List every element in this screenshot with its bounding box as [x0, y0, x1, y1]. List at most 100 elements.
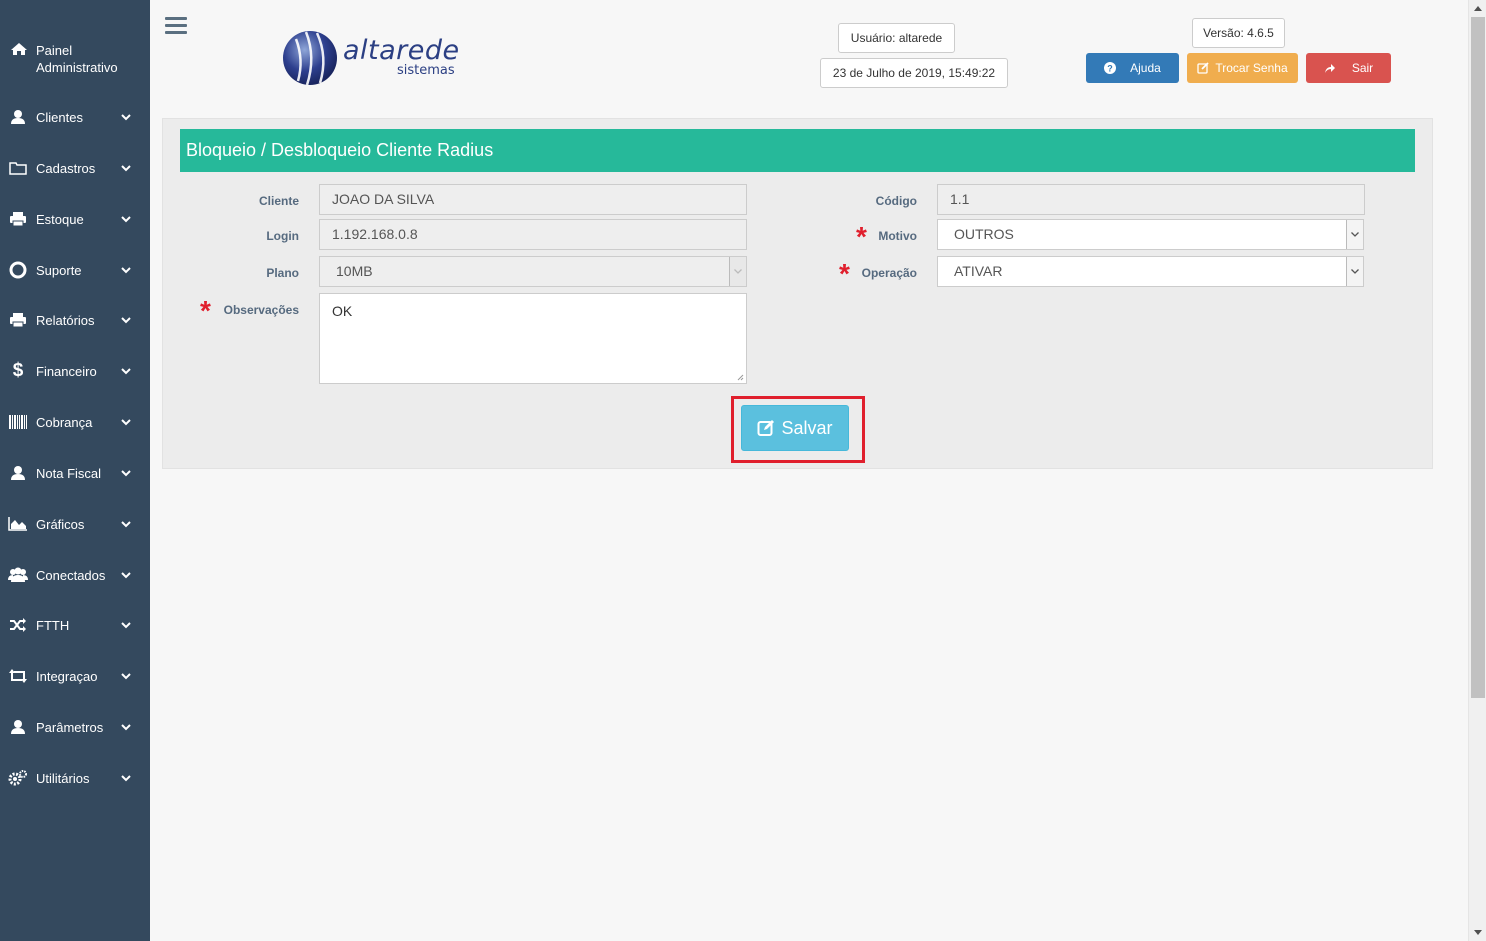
- sidebar-item-label: Parâmetros: [36, 719, 104, 735]
- logout-label: Sair: [1351, 61, 1374, 75]
- area-chart-icon: [0, 517, 36, 531]
- chevron-down-icon: [1346, 220, 1363, 249]
- chevron-down-icon: [116, 672, 136, 680]
- sidebar-item-ftth[interactable]: FTTH: [0, 610, 150, 640]
- motivo-select[interactable]: OUTROS: [937, 219, 1364, 250]
- observacoes-textarea[interactable]: OK: [319, 293, 747, 384]
- observacoes-value: OK: [332, 303, 353, 319]
- version-display: Versão: 4.6.5: [1192, 18, 1285, 48]
- sidebar-item-parametros[interactable]: Parâmetros: [0, 712, 150, 742]
- sidebar-item-nota-fiscal[interactable]: Nota Fiscal: [0, 458, 150, 488]
- chevron-down-icon: [116, 316, 136, 324]
- operacao-label: Operação: [861, 266, 917, 280]
- chevron-down-icon: [116, 774, 136, 782]
- sidebar: Painel Administrativo Clientes Cadastros…: [0, 0, 150, 941]
- chevron-down-icon: [116, 215, 136, 223]
- sidebar-item-label: FTTH: [36, 617, 70, 633]
- scroll-down-icon[interactable]: [1473, 927, 1483, 937]
- user-display: Usuário: altarede: [838, 23, 955, 53]
- sidebar-home-label: Painel Administrativo: [36, 43, 118, 75]
- help-button[interactable]: ? Ajuda: [1086, 53, 1179, 83]
- help-button-label: Ajuda: [1130, 61, 1161, 75]
- chevron-down-icon: [729, 257, 746, 286]
- cliente-field[interactable]: JOAO DA SILVA: [319, 184, 747, 215]
- lifebuoy-icon: [0, 261, 36, 279]
- folder-icon: [0, 161, 36, 175]
- question-circle-icon: ?: [1104, 62, 1117, 74]
- chevron-down-icon: [116, 520, 136, 528]
- printer-icon: [0, 211, 36, 227]
- sidebar-item-label: Nota Fiscal: [36, 465, 102, 481]
- printer-icon: [0, 312, 36, 328]
- sidebar-item-cadastros[interactable]: Cadastros: [0, 153, 150, 183]
- codigo-label: Código: [875, 194, 917, 208]
- page-title: Bloqueio / Desbloqueio Cliente Radius: [180, 129, 1415, 172]
- hamburger-menu-icon[interactable]: [165, 17, 187, 37]
- user-icon: [0, 465, 36, 481]
- sidebar-item-cobranca[interactable]: Cobrança: [0, 407, 150, 437]
- edit-icon: [1197, 62, 1209, 74]
- svg-text:?: ?: [1107, 64, 1113, 74]
- required-asterisk: *: [200, 295, 211, 326]
- dollar-icon: $: [12, 360, 24, 381]
- sidebar-item-financeiro[interactable]: $ Financeiro: [0, 356, 150, 386]
- plano-select[interactable]: 10MB: [319, 256, 747, 287]
- sidebar-item-graficos[interactable]: Gráficos: [0, 509, 150, 539]
- chevron-down-icon: [116, 113, 136, 121]
- scrollbar-thumb[interactable]: [1471, 17, 1485, 698]
- sidebar-home[interactable]: Painel Administrativo: [10, 42, 145, 76]
- sidebar-item-label: Cobrança: [36, 414, 93, 430]
- sidebar-item-clientes[interactable]: Clientes: [0, 102, 150, 132]
- sidebar-item-suporte[interactable]: Suporte: [0, 255, 150, 285]
- user-icon: [0, 719, 36, 735]
- sidebar-item-label: Financeiro: [36, 363, 97, 379]
- change-password-label: Trocar Senha: [1215, 61, 1288, 75]
- sidebar-item-label: Clientes: [36, 109, 83, 125]
- sidebar-item-integracao[interactable]: Integraçao: [0, 661, 150, 691]
- scroll-up-icon[interactable]: [1473, 3, 1483, 13]
- sidebar-item-label: Suporte: [36, 262, 82, 278]
- login-label: Login: [266, 229, 299, 243]
- logo-globe-icon: [283, 31, 337, 86]
- retweet-icon: [0, 669, 36, 683]
- sidebar-item-label: Cadastros: [36, 160, 96, 176]
- barcode-icon: [0, 415, 36, 429]
- save-button-label: Salvar: [781, 417, 833, 438]
- plano-value: 10MB: [336, 263, 373, 279]
- motivo-value: OUTROS: [954, 226, 1014, 242]
- required-asterisk: *: [839, 258, 850, 289]
- codigo-field[interactable]: 1.1: [937, 184, 1365, 215]
- logo-text: altarede: [343, 35, 460, 66]
- sidebar-item-label: Relatórios: [36, 312, 95, 328]
- logout-button[interactable]: Sair: [1306, 53, 1391, 83]
- operacao-value: ATIVAR: [954, 263, 1003, 279]
- chevron-down-icon: [116, 418, 136, 426]
- sidebar-item-relatorios[interactable]: Relatórios: [0, 305, 150, 335]
- home-icon: [10, 42, 28, 60]
- chevron-down-icon: [116, 723, 136, 731]
- login-field[interactable]: 1.192.168.0.8: [319, 219, 747, 250]
- sidebar-item-label: Utilitários: [36, 770, 90, 786]
- sidebar-item-estoque[interactable]: Estoque: [0, 204, 150, 234]
- sidebar-item-conectados[interactable]: Conectados: [0, 560, 150, 590]
- sidebar-item-label: Gráficos: [36, 516, 85, 532]
- chevron-down-icon: [116, 621, 136, 629]
- users-icon: [0, 567, 36, 583]
- scrollbar[interactable]: [1468, 0, 1486, 941]
- cogs-icon: [0, 769, 36, 787]
- required-asterisk: *: [856, 221, 867, 252]
- chevron-down-icon: [1346, 257, 1363, 286]
- plano-label: Plano: [266, 266, 299, 280]
- save-button[interactable]: Salvar: [741, 405, 849, 451]
- edit-icon: [757, 420, 775, 436]
- resize-handle-icon[interactable]: [737, 374, 744, 381]
- sidebar-item-label: Conectados: [36, 567, 106, 583]
- change-password-button[interactable]: Trocar Senha: [1187, 53, 1298, 83]
- sidebar-item-utilitarios[interactable]: Utilitários: [0, 763, 150, 793]
- sidebar-item-label: Integraçao: [36, 668, 98, 684]
- chevron-down-icon: [116, 571, 136, 579]
- chevron-down-icon: [116, 367, 136, 375]
- operacao-select[interactable]: ATIVAR: [937, 256, 1364, 287]
- share-arrow-icon: [1324, 63, 1335, 73]
- shuffle-icon: [0, 618, 36, 632]
